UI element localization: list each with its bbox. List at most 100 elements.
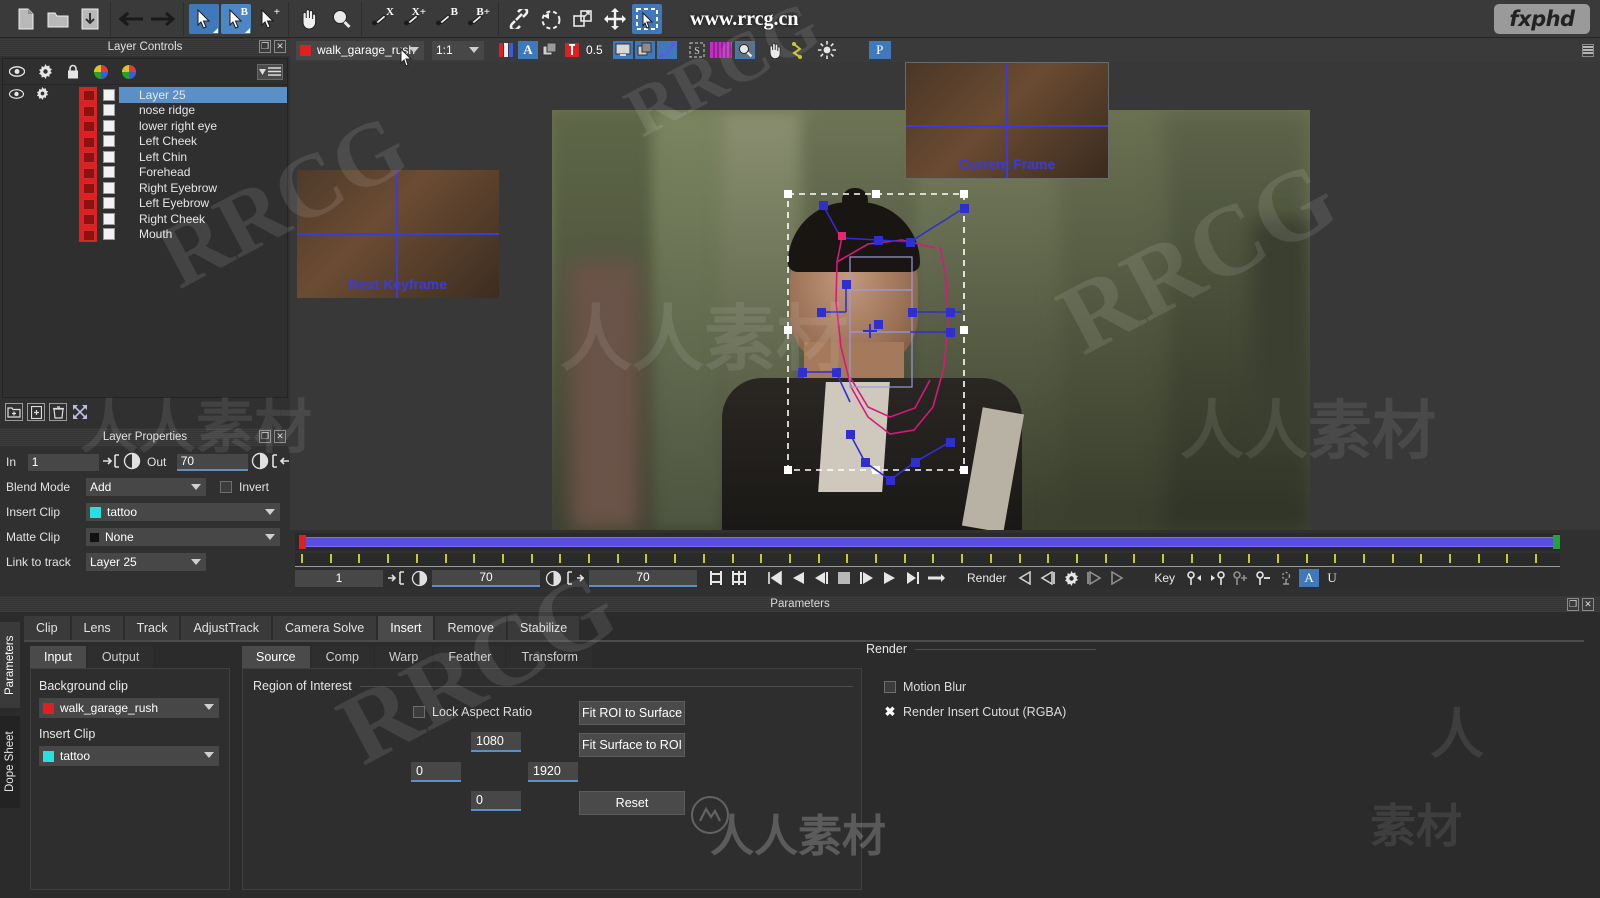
color-wheel-2-icon[interactable]: [121, 64, 137, 80]
step-backward-icon[interactable]: [811, 569, 831, 587]
trim-in-icon[interactable]: [706, 569, 726, 587]
layer-row[interactable]: Forehead: [3, 164, 287, 180]
render-step-prev-icon[interactable]: [1038, 569, 1058, 587]
layer-checkbox[interactable]: [103, 150, 115, 163]
param-insert-clip-select[interactable]: tattoo: [39, 746, 219, 766]
roi-bottom-field[interactable]: 0: [471, 791, 521, 811]
color-wheel-icon[interactable]: [93, 64, 109, 80]
vtab-dope-sheet[interactable]: Dope Sheet: [0, 716, 20, 808]
new-document-icon[interactable]: [11, 4, 41, 34]
link-to-track-select[interactable]: Layer 25: [86, 553, 206, 571]
add-key-icon[interactable]: [1230, 569, 1250, 587]
gear-icon[interactable]: [37, 64, 53, 80]
layer-row[interactable]: Left Chin: [3, 149, 287, 165]
go-to-start-icon[interactable]: [765, 569, 785, 587]
layer-row[interactable]: Mouth: [3, 226, 287, 242]
background-clip-select[interactable]: walk_garage_rush: [39, 698, 219, 718]
rgb-channels-icon[interactable]: [496, 41, 516, 59]
hand-icon[interactable]: [765, 41, 785, 59]
multi-view-icon[interactable]: [634, 41, 655, 59]
layer-checkbox[interactable]: [103, 181, 115, 194]
save-icon[interactable]: [75, 4, 105, 34]
blend-mode-select[interactable]: Add: [86, 478, 206, 496]
module-tab-lens[interactable]: Lens: [71, 616, 123, 640]
layer-row[interactable]: Layer 25: [3, 86, 287, 103]
prev-key-icon[interactable]: [1184, 569, 1204, 587]
render-settings-icon[interactable]: [1061, 569, 1081, 587]
source-tab-transform[interactable]: Transform: [507, 646, 592, 668]
trash-icon[interactable]: [49, 403, 67, 421]
motion-blur-checkbox[interactable]: [884, 681, 896, 693]
alpha-channel-icon[interactable]: A: [518, 41, 538, 59]
timeline-playhead[interactable]: [299, 535, 306, 549]
go-to-end-icon[interactable]: [903, 569, 923, 587]
fit-roi-to-surface-button[interactable]: Fit ROI to Surface: [579, 701, 685, 725]
trim-out-icon[interactable]: [729, 569, 749, 587]
module-tab-camera-solve[interactable]: Camera Solve: [272, 616, 377, 640]
render-insert-cutout-checkbox[interactable]: ✖: [884, 704, 896, 720]
in-field[interactable]: 1: [27, 453, 100, 471]
layer-checkbox[interactable]: [103, 135, 115, 148]
zoom-level-select[interactable]: 1:1: [432, 40, 484, 60]
roi-left-field[interactable]: 0: [411, 762, 461, 782]
stop-icon[interactable]: [834, 569, 854, 587]
play-forward-icon[interactable]: [880, 569, 900, 587]
marquee-select-icon[interactable]: [632, 3, 662, 34]
set-out-point-icon[interactable]: [566, 569, 586, 587]
layer-row[interactable]: Left Cheek: [3, 133, 287, 149]
source-tab-source[interactable]: Source: [242, 646, 310, 668]
roi-right-field[interactable]: 1920: [528, 762, 578, 782]
monitor-icon[interactable]: [612, 41, 633, 59]
params-close-icon[interactable]: ✕: [1582, 598, 1594, 611]
magnifier-icon[interactable]: [326, 4, 356, 34]
pen-b-plus-icon[interactable]: B+: [463, 4, 493, 34]
layer-row[interactable]: Right Eyebrow: [3, 180, 287, 196]
render-step-next-icon[interactable]: [1084, 569, 1104, 587]
module-tab-track[interactable]: Track: [124, 616, 180, 640]
io-tab-output[interactable]: Output: [87, 646, 154, 668]
timeline-range-bar[interactable]: [303, 537, 1556, 547]
layer-settings-icon[interactable]: [29, 86, 55, 103]
layer-row[interactable]: nose ridge: [3, 102, 287, 118]
link-chain-icon[interactable]: [504, 4, 534, 34]
lock-aspect-checkbox[interactable]: [413, 706, 425, 718]
float-icon-2[interactable]: ❐: [259, 430, 271, 443]
source-tab-feather[interactable]: Feather: [434, 646, 506, 668]
roi-top-field[interactable]: 1080: [471, 732, 521, 752]
set-in-icon[interactable]: [102, 453, 120, 471]
bone-icon[interactable]: [787, 41, 807, 59]
render-next-icon[interactable]: [1107, 569, 1127, 587]
module-tab-stabilize[interactable]: Stabilize: [508, 616, 580, 640]
pen-b-icon[interactable]: B: [431, 4, 461, 34]
curve-icon[interactable]: [656, 41, 677, 59]
close-icon[interactable]: ✕: [274, 40, 286, 53]
module-tab-clip[interactable]: Clip: [24, 616, 70, 640]
layer-controls-menu-icon[interactable]: [257, 64, 283, 80]
grid-magenta-icon[interactable]: [709, 41, 733, 59]
layer-visibility-icon[interactable]: [3, 88, 29, 102]
lock-icon[interactable]: [65, 64, 81, 80]
layer-checkbox[interactable]: [103, 212, 115, 225]
key-settings-icon[interactable]: [1276, 569, 1296, 587]
viewer-menu-icon[interactable]: [1582, 43, 1594, 57]
close-icon-2[interactable]: ✕: [274, 430, 286, 443]
arrow-left-icon[interactable]: [116, 4, 146, 34]
timeline-scrubber[interactable]: [295, 533, 1560, 551]
proxy-p-icon[interactable]: P: [868, 41, 891, 59]
insert-clip-select[interactable]: tattoo: [86, 503, 280, 521]
auto-key-a-icon[interactable]: A: [1299, 569, 1320, 587]
select-arrow-plus-icon[interactable]: +: [253, 4, 283, 34]
in-key-icon[interactable]: [123, 452, 141, 473]
remove-key-icon[interactable]: [1253, 569, 1273, 587]
current-frame-field[interactable]: 1: [295, 569, 383, 587]
key-u-icon[interactable]: U: [1322, 569, 1342, 587]
select-arrow-icon[interactable]: [189, 3, 219, 34]
arrow-right-icon[interactable]: [148, 4, 178, 34]
eye-icon[interactable]: [9, 64, 25, 80]
new-layer-icon[interactable]: [27, 403, 45, 421]
render-prev-icon[interactable]: [1015, 569, 1035, 587]
expand-icon[interactable]: [71, 403, 89, 421]
layer-checkbox[interactable]: [103, 119, 115, 132]
out-key-circle-icon[interactable]: [543, 569, 563, 587]
loop-icon[interactable]: [926, 569, 946, 587]
